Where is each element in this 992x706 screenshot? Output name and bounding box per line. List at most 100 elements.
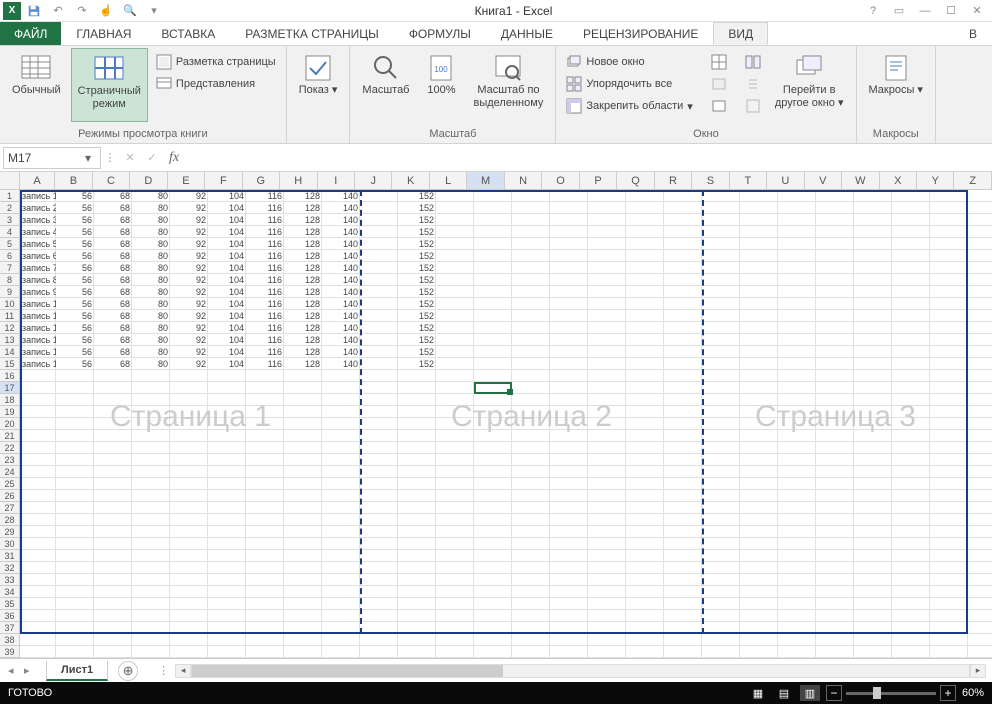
- cell-A6[interactable]: запись 6: [20, 250, 56, 262]
- row-header-17[interactable]: 17: [0, 382, 20, 394]
- cell-H10[interactable]: 128: [284, 298, 322, 310]
- row-header-16[interactable]: 16: [0, 370, 20, 382]
- cell-B7[interactable]: 56: [56, 262, 94, 274]
- col-header-E[interactable]: E: [168, 172, 205, 189]
- cell-C3[interactable]: 68: [94, 214, 132, 226]
- cell-A8[interactable]: запись 8: [20, 274, 56, 286]
- row-header-5[interactable]: 5: [0, 238, 20, 250]
- arrange-all-button[interactable]: Упорядочить все: [562, 74, 696, 94]
- cell-F3[interactable]: 104: [208, 214, 246, 226]
- row-header-31[interactable]: 31: [0, 550, 20, 562]
- cell-A13[interactable]: запись 13: [20, 334, 56, 346]
- touch-button[interactable]: ☝: [95, 1, 117, 21]
- cell-B6[interactable]: 56: [56, 250, 94, 262]
- cell-E6[interactable]: 92: [170, 250, 208, 262]
- cell-H4[interactable]: 128: [284, 226, 322, 238]
- cell-K3[interactable]: 152: [398, 214, 436, 226]
- cell-F1[interactable]: 104: [208, 190, 246, 202]
- show-button[interactable]: Показ ▾: [293, 48, 344, 122]
- cell-C2[interactable]: 68: [94, 202, 132, 214]
- cell-D2[interactable]: 80: [132, 202, 170, 214]
- cell-F4[interactable]: 104: [208, 226, 246, 238]
- view-page-break-button[interactable]: Страничный режим: [71, 48, 148, 122]
- col-header-M[interactable]: M: [467, 172, 504, 189]
- save-button[interactable]: [23, 1, 45, 21]
- col-header-H[interactable]: H: [280, 172, 317, 189]
- cell-A10[interactable]: запись 10: [20, 298, 56, 310]
- cell-G9[interactable]: 116: [246, 286, 284, 298]
- hide-button[interactable]: [707, 74, 731, 94]
- cell-K4[interactable]: 152: [398, 226, 436, 238]
- row-header-7[interactable]: 7: [0, 262, 20, 274]
- row-header-21[interactable]: 21: [0, 430, 20, 442]
- print-preview-button[interactable]: 🔍: [119, 1, 141, 21]
- cell-G2[interactable]: 116: [246, 202, 284, 214]
- cell-A1[interactable]: запись 1: [20, 190, 56, 202]
- row-header-13[interactable]: 13: [0, 334, 20, 346]
- cell-F14[interactable]: 104: [208, 346, 246, 358]
- zoom-slider-track[interactable]: [846, 692, 936, 695]
- cell-A3[interactable]: запись 3: [20, 214, 56, 226]
- hscroll-thumb[interactable]: [192, 665, 503, 677]
- cell-I10[interactable]: 140: [322, 298, 360, 310]
- name-box-dropdown[interactable]: ▾: [80, 151, 96, 165]
- cell-H3[interactable]: 128: [284, 214, 322, 226]
- row-header-38[interactable]: 38: [0, 634, 20, 646]
- cell-G11[interactable]: 116: [246, 310, 284, 322]
- cell-E12[interactable]: 92: [170, 322, 208, 334]
- cell-H6[interactable]: 128: [284, 250, 322, 262]
- cell-F2[interactable]: 104: [208, 202, 246, 214]
- cell-D9[interactable]: 80: [132, 286, 170, 298]
- cell-C1[interactable]: 68: [94, 190, 132, 202]
- tab-view[interactable]: ВИД: [713, 22, 768, 45]
- cell-G13[interactable]: 116: [246, 334, 284, 346]
- cell-B1[interactable]: 56: [56, 190, 94, 202]
- sync-scroll-button[interactable]: [741, 74, 765, 94]
- col-header-Z[interactable]: Z: [954, 172, 991, 189]
- cell-D8[interactable]: 80: [132, 274, 170, 286]
- unhide-button[interactable]: [707, 96, 731, 116]
- row-header-19[interactable]: 19: [0, 406, 20, 418]
- cell-D7[interactable]: 80: [132, 262, 170, 274]
- name-box[interactable]: M17 ▾: [3, 147, 101, 169]
- cell-I13[interactable]: 140: [322, 334, 360, 346]
- cell-H12[interactable]: 128: [284, 322, 322, 334]
- cell-G7[interactable]: 116: [246, 262, 284, 274]
- hscroll-right[interactable]: ▸: [970, 664, 986, 678]
- cell-B9[interactable]: 56: [56, 286, 94, 298]
- cell-D10[interactable]: 80: [132, 298, 170, 310]
- cell-K13[interactable]: 152: [398, 334, 436, 346]
- col-header-U[interactable]: U: [767, 172, 804, 189]
- cell-A9[interactable]: запись 9: [20, 286, 56, 298]
- cell-F11[interactable]: 104: [208, 310, 246, 322]
- row-header-27[interactable]: 27: [0, 502, 20, 514]
- cell-C6[interactable]: 68: [94, 250, 132, 262]
- row-header-24[interactable]: 24: [0, 466, 20, 478]
- col-header-P[interactable]: P: [580, 172, 617, 189]
- col-header-K[interactable]: K: [392, 172, 429, 189]
- row-header-25[interactable]: 25: [0, 478, 20, 490]
- cell-E2[interactable]: 92: [170, 202, 208, 214]
- col-header-R[interactable]: R: [655, 172, 692, 189]
- tab-data[interactable]: ДАННЫЕ: [486, 22, 568, 45]
- col-header-A[interactable]: A: [20, 172, 56, 189]
- cell-F13[interactable]: 104: [208, 334, 246, 346]
- col-header-O[interactable]: O: [542, 172, 579, 189]
- row-header-14[interactable]: 14: [0, 346, 20, 358]
- row-header-18[interactable]: 18: [0, 394, 20, 406]
- view-pagebreak-status[interactable]: ▥: [800, 685, 820, 701]
- cell-K2[interactable]: 152: [398, 202, 436, 214]
- macros-button[interactable]: Макросы ▾: [863, 48, 929, 122]
- cell-E1[interactable]: 92: [170, 190, 208, 202]
- cell-H7[interactable]: 128: [284, 262, 322, 274]
- cell-H13[interactable]: 128: [284, 334, 322, 346]
- cell-D12[interactable]: 80: [132, 322, 170, 334]
- zoom-button[interactable]: Масштаб: [356, 48, 415, 122]
- cell-E9[interactable]: 92: [170, 286, 208, 298]
- cell-K7[interactable]: 152: [398, 262, 436, 274]
- cell-E8[interactable]: 92: [170, 274, 208, 286]
- sheet-nav-prev[interactable]: ◂: [8, 664, 22, 677]
- cell-H9[interactable]: 128: [284, 286, 322, 298]
- cell-C9[interactable]: 68: [94, 286, 132, 298]
- cell-A14[interactable]: запись 14: [20, 346, 56, 358]
